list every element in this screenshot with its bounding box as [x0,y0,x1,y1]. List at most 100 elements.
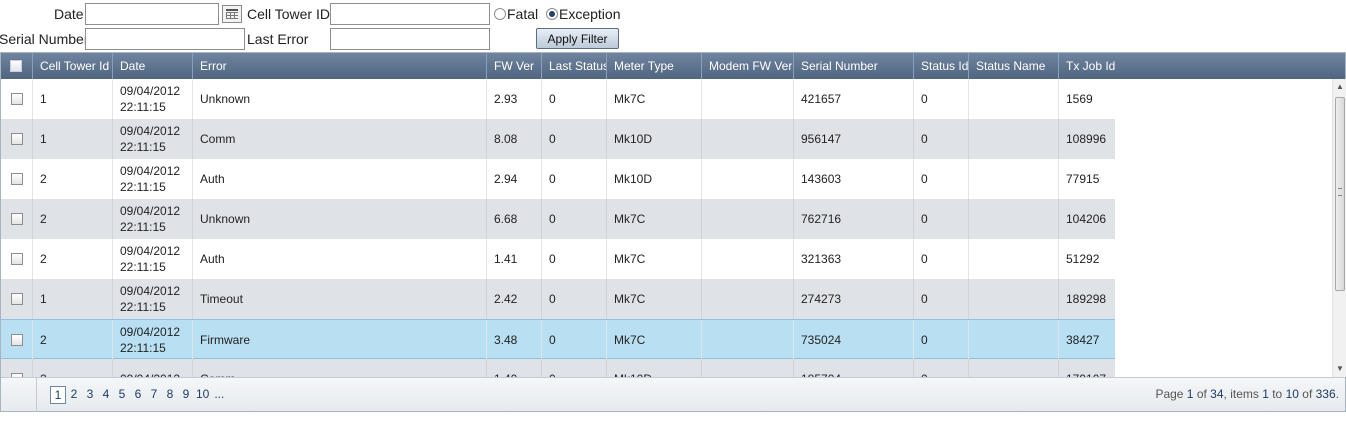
tx-job-id-cell: 51292 [1058,239,1116,279]
fw-ver-cell: 6.68 [486,199,542,239]
error-cell: Unknown [192,199,487,239]
status-id-cell: 0 [913,320,969,360]
date-cell: 09/04/2012 [112,359,193,377]
fatal-radio-label[interactable]: Fatal [507,6,538,22]
page-link-4[interactable]: 4 [98,386,114,404]
column-header-last-status[interactable]: Last Status [541,53,607,79]
scroll-down-icon[interactable]: ▼ [1335,363,1345,375]
cell-tower-id-cell: 1 [32,119,113,159]
exception-radio[interactable] [546,8,558,20]
page-link-3[interactable]: 3 [82,386,98,404]
date-cell: 09/04/2012 22:11:15 [112,79,193,119]
pager-info: Page 1 of 34, items 1 to 10 of 336. [1155,387,1339,401]
table-row[interactable]: 2 09/04/2012 22:11:15 Auth 2.94 0 Mk10D 143603… [1,159,1115,199]
fw-ver-cell: 2.94 [486,159,542,199]
page-link-9[interactable]: 9 [178,386,194,404]
pager-info-of: of [1193,387,1211,401]
modem-fw-ver-cell [701,239,794,279]
page-link-10[interactable]: 10 [194,386,211,404]
column-header-error[interactable]: Error [192,53,487,79]
data-grid: Cell Tower Id Date Error FW Ver Last Sta… [0,52,1346,412]
error-cell: Comm [192,359,487,377]
serial-number-cell: 735024 [793,320,914,360]
row-checkbox[interactable] [11,253,23,265]
page-link-2[interactable]: 2 [66,386,82,404]
page-link-6[interactable]: 6 [130,386,146,404]
table-row[interactable]: 1 09/04/2012 22:11:15 Unknown 2.93 0 Mk7C 4216… [1,79,1115,119]
date-input[interactable] [85,3,219,25]
serial-number-cell: 274273 [793,279,914,319]
status-name-cell [968,159,1059,199]
table-row[interactable]: 1 09/04/2012 22:11:15 Comm 8.08 0 Mk10D 956147… [1,119,1115,159]
tx-job-id-cell: 179107 [1058,359,1116,377]
pager-items-from: 1 [1262,387,1269,401]
column-header-status-name[interactable]: Status Name [968,53,1059,79]
cell-tower-id-cell: 2 [32,159,113,199]
status-id-cell: 0 [913,159,969,199]
row-checkbox[interactable] [11,213,23,225]
meter-type-cell: Mk7C [606,279,702,319]
page-link-7[interactable]: 7 [146,386,162,404]
table-row[interactable]: 209/04/2012Comm1.400Mk10D1857040179107 [1,359,1115,377]
date-cell: 09/04/2012 22:11:15 [112,199,193,239]
tx-job-id-cell: 104206 [1058,199,1116,239]
column-header-tx-job-id[interactable]: Tx Job Id [1058,53,1116,79]
apply-filter-button[interactable]: Apply Filter [536,28,619,49]
table-row[interactable]: 2 09/04/2012 22:11:15 Unknown 6.68 0 Mk7C 7627… [1,199,1115,239]
last-status-cell: 0 [541,79,607,119]
column-header-modem-fw-ver[interactable]: Modem FW Ver [701,53,794,79]
cell-tower-input[interactable] [330,3,490,25]
page-link-more[interactable]: ... [211,386,227,404]
tx-job-id-cell: 1569 [1058,79,1116,119]
cell-tower-id-cell: 2 [32,320,113,360]
status-id-cell: 0 [913,119,969,159]
last-status-cell: 0 [541,279,607,319]
meter-type-cell: Mk7C [606,320,702,360]
page-link-1[interactable]: 1 [50,386,66,404]
row-checkbox[interactable] [11,334,23,346]
column-header-date[interactable]: Date [112,53,193,79]
modem-fw-ver-cell [701,359,794,377]
meter-type-cell: Mk7C [606,199,702,239]
pager-total-items: 336 [1315,387,1336,401]
scroll-thumb[interactable] [1335,97,1345,291]
meter-type-cell: Mk7C [606,79,702,119]
column-header-meter-type[interactable]: Meter Type [606,53,702,79]
column-header-cell-tower-id[interactable]: Cell Tower Id [32,53,113,79]
fw-ver-cell: 3.48 [486,320,542,360]
select-all-checkbox[interactable] [10,60,22,72]
cell-tower-id-cell: 2 [32,239,113,279]
row-checkbox[interactable] [11,173,23,185]
cell-tower-id-cell: 1 [32,79,113,119]
error-cell: Comm [192,119,487,159]
serial-number-cell: 185704 [793,359,914,377]
last-status-cell: 0 [541,239,607,279]
column-header-serial-number[interactable]: Serial Number [793,53,914,79]
serial-number-cell: 143603 [793,159,914,199]
status-name-cell [968,279,1059,319]
table-row[interactable]: 1 09/04/2012 22:11:15 Timeout 2.42 0 Mk7C 2742… [1,279,1115,319]
status-name-cell [968,119,1059,159]
page-links: 1 2 3 4 5 6 7 8 9 10... [50,386,227,404]
row-checkbox[interactable] [11,133,23,145]
exception-radio-label[interactable]: Exception [559,6,620,22]
scroll-up-icon[interactable]: ▲ [1335,81,1345,93]
table-row[interactable]: 2 09/04/2012 22:11:15 Firmware 3.48 0 Mk7C 735… [1,319,1115,360]
last-error-input[interactable] [330,28,490,50]
serial-number-input[interactable] [85,28,245,50]
row-checkbox[interactable] [11,93,23,105]
fatal-radio[interactable] [494,8,506,20]
page-link-8[interactable]: 8 [162,386,178,404]
error-cell: Timeout [192,279,487,319]
tx-job-id-cell: 189298 [1058,279,1116,319]
column-header-status-id[interactable]: Status Id [913,53,969,79]
row-checkbox[interactable] [11,293,23,305]
serial-number-cell: 421657 [793,79,914,119]
column-header-fw-ver[interactable]: FW Ver [486,53,542,79]
calendar-icon[interactable] [222,5,242,23]
tx-job-id-cell: 108996 [1058,119,1116,159]
page-link-5[interactable]: 5 [114,386,130,404]
table-row[interactable]: 2 09/04/2012 22:11:15 Auth 1.41 0 Mk7C 321363 0… [1,239,1115,279]
vertical-scrollbar[interactable]: ▲ ▼ [1332,79,1346,377]
status-id-cell: 0 [913,79,969,119]
